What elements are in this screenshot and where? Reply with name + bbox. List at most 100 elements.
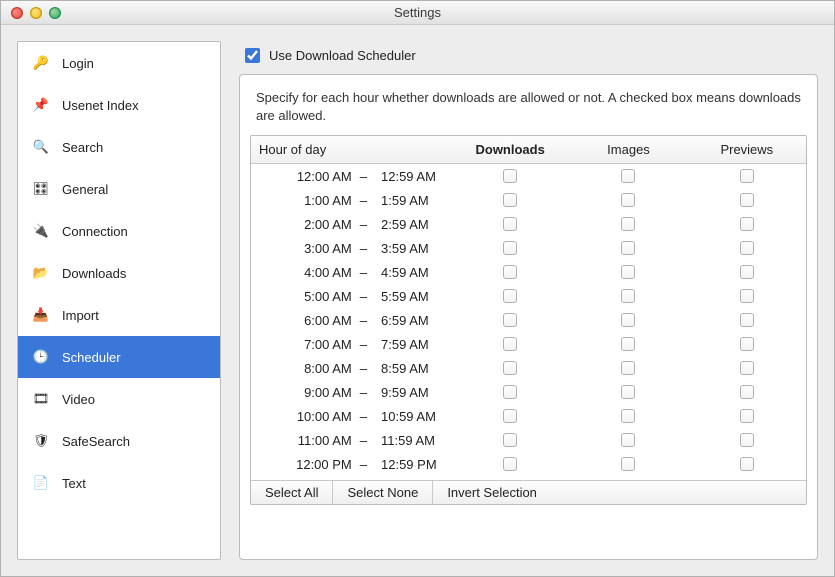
invert-selection-button[interactable]: Invert Selection bbox=[433, 481, 551, 504]
col-images[interactable]: Images bbox=[569, 136, 687, 163]
previews-checkbox[interactable] bbox=[740, 361, 754, 375]
images-checkbox[interactable] bbox=[621, 241, 635, 255]
previews-checkbox[interactable] bbox=[740, 313, 754, 327]
table-row: 2:00 AM – 2:59 AM bbox=[251, 212, 806, 236]
previews-checkbox[interactable] bbox=[740, 385, 754, 399]
images-checkbox[interactable] bbox=[621, 217, 635, 231]
hour-end: 12:59 AM bbox=[375, 169, 451, 184]
titlebar: Settings bbox=[1, 1, 834, 25]
downloads-cell bbox=[451, 433, 569, 447]
images-checkbox[interactable] bbox=[621, 361, 635, 375]
downloads-cell bbox=[451, 409, 569, 423]
downloads-cell bbox=[451, 217, 569, 231]
hour-cell: 11:00 AM – 11:59 AM bbox=[251, 433, 451, 448]
hour-start: 4:00 AM bbox=[278, 265, 352, 280]
images-checkbox[interactable] bbox=[621, 169, 635, 183]
key-icon: 🔑 bbox=[30, 52, 52, 74]
table-row: 5:00 AM – 5:59 AM bbox=[251, 284, 806, 308]
images-checkbox[interactable] bbox=[621, 385, 635, 399]
images-checkbox[interactable] bbox=[621, 433, 635, 447]
downloads-checkbox[interactable] bbox=[503, 313, 517, 327]
sidebar-item-safesearch[interactable]: 🛡SafeSearch bbox=[18, 420, 220, 462]
hour-end: 6:59 AM bbox=[375, 313, 451, 328]
images-checkbox[interactable] bbox=[621, 313, 635, 327]
sidebar-item-label: Import bbox=[62, 308, 99, 323]
scheduler-description: Specify for each hour whether downloads … bbox=[250, 85, 807, 135]
images-checkbox[interactable] bbox=[621, 337, 635, 351]
downloads-checkbox[interactable] bbox=[503, 169, 517, 183]
sidebar-item-label: Text bbox=[62, 476, 86, 491]
sidebar-item-connection[interactable]: 🔌Connection bbox=[18, 210, 220, 252]
hour-cell: 4:00 AM – 4:59 AM bbox=[251, 265, 451, 280]
previews-checkbox[interactable] bbox=[740, 169, 754, 183]
folder-icon: 📂 bbox=[30, 262, 52, 284]
hour-separator: – bbox=[356, 217, 371, 232]
downloads-checkbox[interactable] bbox=[503, 289, 517, 303]
select-none-button[interactable]: Select None bbox=[333, 481, 433, 504]
col-previews[interactable]: Previews bbox=[688, 136, 806, 163]
downloads-checkbox[interactable] bbox=[503, 457, 517, 471]
minimize-icon[interactable] bbox=[30, 7, 42, 19]
col-downloads[interactable]: Downloads bbox=[451, 136, 569, 163]
previews-checkbox[interactable] bbox=[740, 289, 754, 303]
col-hour[interactable]: Hour of day bbox=[251, 136, 451, 163]
hour-cell: 6:00 AM – 6:59 AM bbox=[251, 313, 451, 328]
close-icon[interactable] bbox=[11, 7, 23, 19]
scheduler-table: Hour of day Downloads Images Previews 12… bbox=[250, 135, 807, 505]
use-scheduler-label[interactable]: Use Download Scheduler bbox=[269, 48, 416, 63]
previews-checkbox[interactable] bbox=[740, 409, 754, 423]
sidebar-item-downloads[interactable]: 📂Downloads bbox=[18, 252, 220, 294]
zoom-icon[interactable] bbox=[49, 7, 61, 19]
plug-icon: 🔌 bbox=[30, 220, 52, 242]
sidebar-item-general[interactable]: 🎛General bbox=[18, 168, 220, 210]
use-scheduler-checkbox[interactable] bbox=[245, 48, 260, 63]
downloads-checkbox[interactable] bbox=[503, 385, 517, 399]
window-body: 🔑Login📌Usenet Index🔍Search🎛General🔌Conne… bbox=[1, 25, 834, 576]
scheduler-panel: Specify for each hour whether downloads … bbox=[239, 74, 818, 560]
hour-separator: – bbox=[356, 169, 371, 184]
downloads-checkbox[interactable] bbox=[503, 433, 517, 447]
images-checkbox[interactable] bbox=[621, 289, 635, 303]
downloads-checkbox[interactable] bbox=[503, 409, 517, 423]
downloads-cell bbox=[451, 289, 569, 303]
previews-cell bbox=[688, 457, 806, 471]
sidebar-item-import[interactable]: 📥Import bbox=[18, 294, 220, 336]
downloads-checkbox[interactable] bbox=[503, 217, 517, 231]
table-body[interactable]: 12:00 AM – 12:59 AM1:00 AM – 1:59 AM2:00… bbox=[251, 164, 806, 480]
sidebar-item-video[interactable]: 🎞Video bbox=[18, 378, 220, 420]
images-cell bbox=[569, 457, 687, 471]
hour-end: 8:59 AM bbox=[375, 361, 451, 376]
images-checkbox[interactable] bbox=[621, 193, 635, 207]
sidebar-item-scheduler[interactable]: 🕒Scheduler bbox=[18, 336, 220, 378]
sidebar-item-login[interactable]: 🔑Login bbox=[18, 42, 220, 84]
downloads-checkbox[interactable] bbox=[503, 265, 517, 279]
previews-checkbox[interactable] bbox=[740, 337, 754, 351]
downloads-checkbox[interactable] bbox=[503, 337, 517, 351]
previews-checkbox[interactable] bbox=[740, 457, 754, 471]
hour-separator: – bbox=[356, 193, 371, 208]
hour-start: 1:00 AM bbox=[278, 193, 352, 208]
previews-checkbox[interactable] bbox=[740, 241, 754, 255]
sidebar-item-label: SafeSearch bbox=[62, 434, 130, 449]
sidebar-item-label: Search bbox=[62, 140, 103, 155]
previews-checkbox[interactable] bbox=[740, 193, 754, 207]
sidebar-item-usenet-index[interactable]: 📌Usenet Index bbox=[18, 84, 220, 126]
hour-cell: 1:00 AM – 1:59 AM bbox=[251, 193, 451, 208]
previews-checkbox[interactable] bbox=[740, 217, 754, 231]
previews-checkbox[interactable] bbox=[740, 265, 754, 279]
sidebar-item-search[interactable]: 🔍Search bbox=[18, 126, 220, 168]
images-checkbox[interactable] bbox=[621, 409, 635, 423]
downloads-checkbox[interactable] bbox=[503, 361, 517, 375]
hour-end: 1:59 AM bbox=[375, 193, 451, 208]
previews-checkbox[interactable] bbox=[740, 433, 754, 447]
images-checkbox[interactable] bbox=[621, 457, 635, 471]
sidebar-item-text[interactable]: 📄Text bbox=[18, 462, 220, 504]
previews-cell bbox=[688, 241, 806, 255]
table-header: Hour of day Downloads Images Previews bbox=[251, 136, 806, 164]
previews-cell bbox=[688, 361, 806, 375]
images-checkbox[interactable] bbox=[621, 265, 635, 279]
select-all-button[interactable]: Select All bbox=[251, 481, 333, 504]
downloads-checkbox[interactable] bbox=[503, 241, 517, 255]
downloads-checkbox[interactable] bbox=[503, 193, 517, 207]
sidebar-item-label: General bbox=[62, 182, 108, 197]
